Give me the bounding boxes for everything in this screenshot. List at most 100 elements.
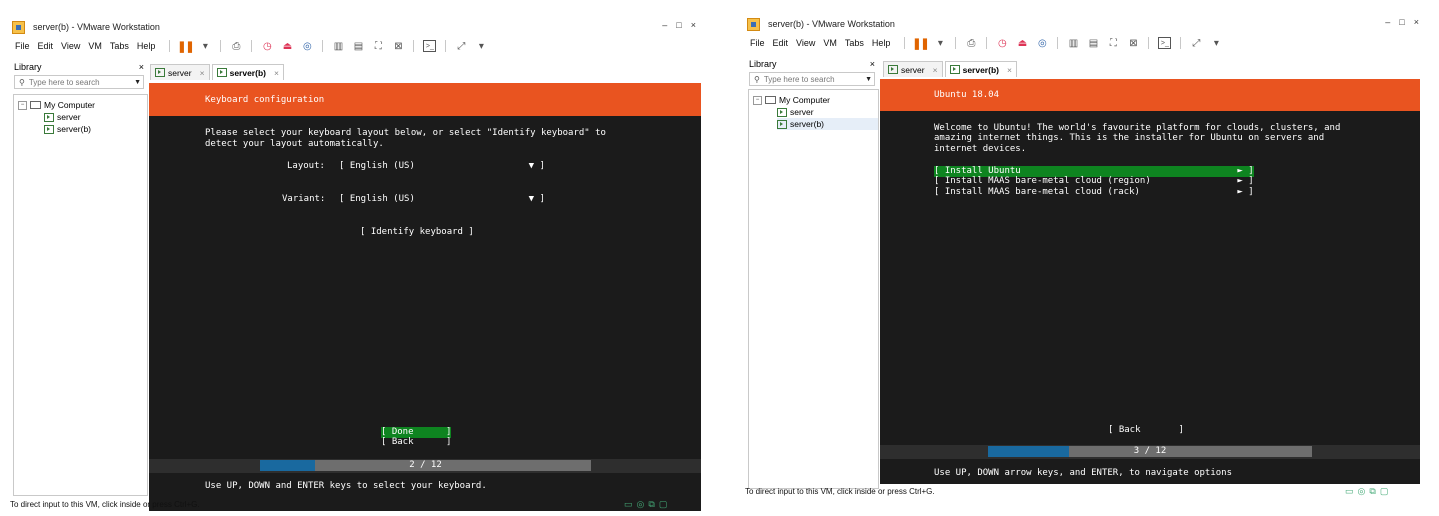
vm-icon xyxy=(888,65,898,74)
menu-view[interactable]: View xyxy=(61,41,80,51)
stretch-guest-icon[interactable]: ⤢ xyxy=(1190,37,1202,49)
close-library-button[interactable]: × xyxy=(139,62,144,72)
left-title-bar: server(b) - VMware Workstation – □ × xyxy=(10,18,702,36)
send-ctrl-alt-del-icon[interactable]: ⎙ xyxy=(965,37,977,49)
progress-strip: 2 / 12 xyxy=(149,459,701,473)
console-view-icon[interactable]: >_ xyxy=(1158,37,1172,49)
menu-bar: File Edit View VM Tabs Help ❚❚ ▾ ⎙ ◷ ⏏ ◎… xyxy=(745,35,1425,51)
menu-edit[interactable]: Edit xyxy=(38,41,54,51)
hard-disk-icon[interactable]: ▭ xyxy=(624,499,633,510)
tree-my-computer[interactable]: − My Computer xyxy=(753,94,878,106)
menu-edit[interactable]: Edit xyxy=(773,38,789,48)
menu-file[interactable]: File xyxy=(15,41,30,51)
computer-icon xyxy=(30,101,41,109)
close-tab-icon[interactable]: × xyxy=(1007,65,1012,75)
thumbnail-bar-icon[interactable]: ▤ xyxy=(352,40,364,52)
minimize-button[interactable]: – xyxy=(662,20,667,30)
send-ctrl-alt-del-icon[interactable]: ⎙ xyxy=(230,40,242,52)
tree-my-computer[interactable]: − My Computer xyxy=(18,99,147,111)
show-library-icon[interactable]: ▥ xyxy=(1067,37,1079,49)
snapshot-manager-icon[interactable]: ◎ xyxy=(301,40,313,52)
tree-vm-server[interactable]: server xyxy=(777,106,878,118)
back-button[interactable]: [ Back ] xyxy=(1108,425,1184,436)
chevron-down-icon[interactable]: ▾ xyxy=(1210,37,1222,49)
done-button[interactable]: [ Done ] xyxy=(381,427,452,438)
collapse-icon[interactable]: − xyxy=(753,95,762,105)
chevron-down-icon[interactable]: ▼ xyxy=(134,79,141,86)
snapshot-icon[interactable]: ◷ xyxy=(261,40,273,52)
display-icon[interactable]: ▢ xyxy=(659,499,668,510)
vm-icon xyxy=(44,112,54,122)
vm-console-screen[interactable]: Keyboard configuration Please select you… xyxy=(149,83,701,511)
close-button[interactable]: × xyxy=(691,20,696,30)
tab-server-b[interactable]: server(b) × xyxy=(211,64,284,80)
snapshot-manager-icon[interactable]: ◎ xyxy=(1036,37,1048,49)
install-maas-rack-option[interactable]: [ Install MAAS bare-metal cloud (rack) ►… xyxy=(934,187,1254,198)
window-title: server(b) - VMware Workstation xyxy=(768,19,895,29)
tree-vm-server-b[interactable]: server(b) xyxy=(777,118,878,130)
hard-disk-icon[interactable]: ▭ xyxy=(1345,486,1354,497)
menu-view[interactable]: View xyxy=(796,38,815,48)
library-search-input[interactable]: ⚲ Type here to search ▼ xyxy=(14,75,144,89)
layout-select[interactable]: [ English (US) ▼ ] xyxy=(339,161,545,172)
close-button[interactable]: × xyxy=(1414,17,1419,27)
close-library-button[interactable]: × xyxy=(870,59,875,69)
vm-console-screen[interactable]: Ubuntu 18.04 Welcome to Ubuntu! The worl… xyxy=(880,79,1420,484)
console-view-icon[interactable]: >_ xyxy=(423,40,437,52)
revert-snapshot-icon[interactable]: ⏏ xyxy=(281,40,293,52)
identify-keyboard-button[interactable]: [ Identify keyboard ] xyxy=(360,227,474,238)
chevron-down-icon[interactable]: ▾ xyxy=(199,40,211,52)
snapshot-icon[interactable]: ◷ xyxy=(996,37,1008,49)
device-status-icons: ▭ ◎ ⧉ ▢ xyxy=(1345,486,1388,497)
vm-icon xyxy=(777,119,787,129)
maximize-button[interactable]: □ xyxy=(1399,17,1404,27)
library-search-input[interactable]: ⚲ Type here to search ▼ xyxy=(749,72,875,86)
close-tab-icon[interactable]: × xyxy=(274,68,279,78)
cd-dvd-icon[interactable]: ◎ xyxy=(1358,486,1366,497)
show-library-icon[interactable]: ▥ xyxy=(332,40,344,52)
menu-vm[interactable]: VM xyxy=(88,41,102,51)
menu-vm[interactable]: VM xyxy=(823,38,837,48)
menu-file[interactable]: File xyxy=(750,38,765,48)
chevron-down-icon[interactable]: ▼ xyxy=(865,76,872,83)
minimize-button[interactable]: – xyxy=(1385,17,1390,27)
network-icon[interactable]: ⧉ xyxy=(1369,486,1375,497)
tab-server[interactable]: server × xyxy=(150,64,210,80)
network-icon[interactable]: ⧉ xyxy=(648,499,654,510)
full-screen-icon[interactable]: ⛶ xyxy=(1107,37,1119,49)
variant-label: Variant: xyxy=(282,194,326,204)
tree-vm-server[interactable]: server xyxy=(44,111,147,123)
revert-snapshot-icon[interactable]: ⏏ xyxy=(1016,37,1028,49)
tab-server-b[interactable]: server(b) × xyxy=(944,61,1017,77)
collapse-icon[interactable]: − xyxy=(18,100,27,110)
pause-icon[interactable]: ❚❚ xyxy=(177,40,194,53)
close-tab-icon[interactable]: × xyxy=(200,68,205,78)
install-maas-region-option[interactable]: [ Install MAAS bare-metal cloud (region)… xyxy=(934,176,1254,187)
thumbnail-bar-icon[interactable]: ▤ xyxy=(1087,37,1099,49)
library-tree: − My Computer server server(b) xyxy=(748,89,879,489)
tree-vm-server-b[interactable]: server(b) xyxy=(44,123,147,135)
tab-server[interactable]: server × xyxy=(883,61,943,77)
variant-select[interactable]: [ English (US) ▼ ] xyxy=(339,194,545,205)
progress-strip: 3 / 12 xyxy=(880,445,1420,459)
library-tree: − My Computer server server(b) xyxy=(13,94,148,496)
unity-icon[interactable]: ⊠ xyxy=(392,40,404,52)
chevron-down-icon[interactable]: ▾ xyxy=(934,37,946,49)
layout-label: Layout: xyxy=(287,161,325,171)
cd-dvd-icon[interactable]: ◎ xyxy=(637,499,645,510)
display-icon[interactable]: ▢ xyxy=(1380,486,1389,497)
close-tab-icon[interactable]: × xyxy=(933,65,938,75)
unity-icon[interactable]: ⊠ xyxy=(1127,37,1139,49)
library-label: Library xyxy=(14,62,42,72)
menu-tabs[interactable]: Tabs xyxy=(845,38,864,48)
menu-help[interactable]: Help xyxy=(872,38,891,48)
stretch-guest-icon[interactable]: ⤢ xyxy=(455,40,467,52)
back-button[interactable]: [ Back ] xyxy=(381,437,451,448)
menu-tabs[interactable]: Tabs xyxy=(110,41,129,51)
maximize-button[interactable]: □ xyxy=(676,20,681,30)
pause-icon[interactable]: ❚❚ xyxy=(912,37,929,50)
install-ubuntu-option[interactable]: [ Install Ubuntu ► ] xyxy=(934,166,1254,177)
full-screen-icon[interactable]: ⛶ xyxy=(372,40,384,52)
chevron-down-icon[interactable]: ▾ xyxy=(475,40,487,52)
menu-help[interactable]: Help xyxy=(137,41,156,51)
